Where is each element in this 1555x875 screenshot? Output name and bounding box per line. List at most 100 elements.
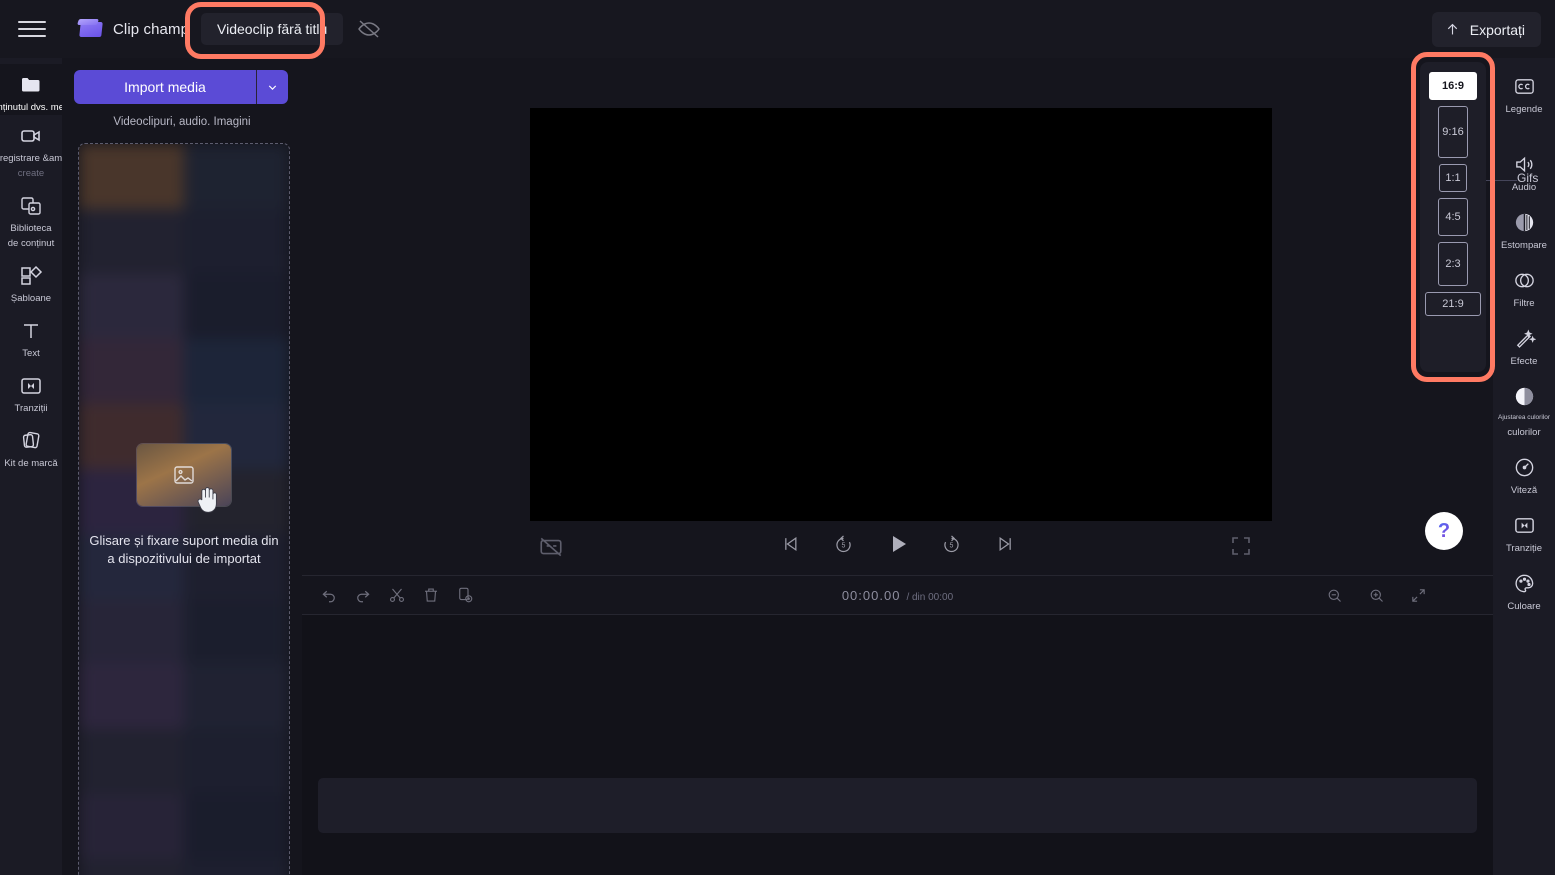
text-icon xyxy=(18,318,44,344)
filters-icon xyxy=(1511,267,1537,293)
timeline-time-display: 00:00.00 / din 00:00 xyxy=(302,588,1493,603)
current-time: 00:00.00 xyxy=(841,587,901,603)
play-button[interactable] xyxy=(884,530,912,558)
gifs-row[interactable]: Gifs xyxy=(1461,170,1555,190)
right-item-speed[interactable]: Viteză xyxy=(1493,445,1555,503)
undo-icon xyxy=(322,590,335,603)
zoom-in-button[interactable] xyxy=(1363,582,1389,608)
eye-off-icon[interactable] xyxy=(357,17,381,41)
color-adjust-icon xyxy=(1511,383,1537,409)
aspect-ratio-option-16-9[interactable]: 16:9 xyxy=(1429,72,1477,100)
sidebar-item-templates[interactable]: Șabloane xyxy=(0,255,62,310)
skip-to-start-button[interactable] xyxy=(776,530,804,558)
zoom-out-button[interactable] xyxy=(1321,582,1347,608)
right-item-captions[interactable]: Legende xyxy=(1493,64,1555,122)
trash-icon xyxy=(425,588,437,602)
aspect-ratio-option-21-9[interactable]: 21:9 xyxy=(1425,292,1481,316)
forward-5-seconds-button[interactable]: 5 xyxy=(938,530,966,558)
help-label: ? xyxy=(1437,519,1451,542)
aspect-ratio-option-1-1[interactable]: 1:1 xyxy=(1439,164,1467,192)
right-item-label2: culorilor xyxy=(1507,427,1541,438)
import-media-row: Import media xyxy=(74,70,288,104)
help-button[interactable]: ? xyxy=(1425,512,1463,550)
timeline-toolbar: 00:00.00 / din 00:00 xyxy=(302,576,1493,614)
preview-controls: 5 5 xyxy=(302,524,1493,574)
timeline-track[interactable] xyxy=(318,778,1477,833)
duplicate-icon xyxy=(459,587,473,603)
stage: 5 5 ? 00:00.00 / din 00:00 xyxy=(302,58,1493,875)
media-panel: Import media Videoclipuri, audio. Imagin… xyxy=(62,58,302,875)
sidebar-item-text[interactable]: Text xyxy=(0,310,62,365)
sidebar-item-label: Text xyxy=(22,348,40,359)
redo-icon xyxy=(357,590,370,603)
sidebar-item-content-library[interactable]: Biblioteca de conținut xyxy=(0,185,62,255)
clipchamp-editor: Clip champ Videoclip fără titlu Exportaț… xyxy=(0,0,1555,875)
delete-button[interactable] xyxy=(418,582,444,608)
video-preview-canvas[interactable] xyxy=(530,108,1272,521)
sidebar-item-label2: create xyxy=(17,168,45,179)
right-item-label: Efecte xyxy=(1510,356,1538,367)
dropzone-content: Glisare și fixare suport media din a dis… xyxy=(79,444,289,568)
hamburger-icon[interactable] xyxy=(18,15,46,43)
skip-to-end-button[interactable] xyxy=(992,530,1020,558)
fit-timeline-button[interactable] xyxy=(1405,582,1431,608)
import-media-button[interactable]: Import media xyxy=(74,70,256,104)
sidebar-item-label: Kit de marcă xyxy=(4,458,58,469)
upload-icon xyxy=(1447,23,1457,35)
sidebar-item-your-media[interactable]: Conținutul dvs. media xyxy=(0,64,77,115)
redo-button[interactable] xyxy=(350,582,376,608)
fullscreen-icon[interactable] xyxy=(1229,534,1253,558)
import-media-subtitle: Videoclipuri, audio. Imagini xyxy=(113,116,251,128)
skip-previous-icon xyxy=(784,536,796,552)
aspect-ratio-option-4-5[interactable]: 4:5 xyxy=(1438,198,1468,236)
dropzone-text: Glisare și fixare suport media din a dis… xyxy=(84,532,284,568)
right-item-transition[interactable]: Tranziție xyxy=(1493,503,1555,561)
top-bar: Clip champ Videoclip fără titlu Exportaț… xyxy=(0,0,1555,58)
palette-icon xyxy=(1511,570,1537,596)
dropzone-line-1: Glisare și fixare suport media din xyxy=(89,533,279,548)
video-camera-icon xyxy=(18,123,44,149)
project-title-field[interactable]: Videoclip fără titlu xyxy=(201,13,344,45)
left-sidebar: Conținutul dvs. media Înregistrare &amp;… xyxy=(0,58,77,875)
right-item-label: Filtre xyxy=(1513,298,1535,309)
split-button[interactable] xyxy=(384,582,410,608)
sidebar-item-record-create[interactable]: Înregistrare &amp; create xyxy=(0,115,70,185)
export-button[interactable]: Exportați xyxy=(1431,12,1541,47)
brand-kit-icon xyxy=(18,428,44,454)
undo-button[interactable] xyxy=(316,582,342,608)
right-item-label: Culoare xyxy=(1507,601,1541,612)
aspect-ratio-option-9-16[interactable]: 9:16 xyxy=(1438,106,1468,158)
zoom-out-icon xyxy=(1328,589,1341,602)
transitions-icon xyxy=(18,373,44,399)
fade-icon xyxy=(1511,209,1537,235)
clipchamp-logo-icon xyxy=(77,18,104,40)
duplicate-button[interactable] xyxy=(452,582,478,608)
content-library-icon xyxy=(18,193,44,219)
transition-icon xyxy=(1511,512,1537,538)
gifs-label: Gifs xyxy=(1517,171,1539,185)
import-media-dropdown[interactable] xyxy=(256,70,288,104)
right-item-fade[interactable]: Estompare xyxy=(1493,200,1555,258)
brand: Clip champ xyxy=(77,18,189,40)
right-item-color-adjust[interactable]: Ajustarea culorilor culorilor xyxy=(1493,374,1555,445)
right-item-color[interactable]: Culoare xyxy=(1493,561,1555,619)
export-label: Exportați xyxy=(1469,21,1525,38)
right-item-label: Legende xyxy=(1505,104,1543,115)
sidebar-item-label: Biblioteca xyxy=(10,223,52,234)
timeline-body[interactable] xyxy=(302,615,1493,875)
sidebar-item-brand-kit[interactable]: Kit de marcă xyxy=(0,420,62,475)
fit-to-screen-icon xyxy=(1411,588,1425,602)
speed-gauge-icon xyxy=(1511,454,1537,480)
right-item-label: Ajustarea culorilor xyxy=(1497,414,1551,421)
aspect-ratio-option-2-3[interactable]: 2:3 xyxy=(1438,242,1468,286)
dropzone-line-2: a dispozitivului de importat xyxy=(107,551,261,566)
rewind-5-seconds-button[interactable]: 5 xyxy=(830,530,858,558)
right-item-effects[interactable]: Efecte xyxy=(1493,316,1555,374)
rewind-5s-icon: 5 xyxy=(836,534,851,552)
sidebar-item-label: Tranziții xyxy=(14,403,48,414)
sidebar-item-transitions[interactable]: Tranziții xyxy=(0,365,62,420)
scissors-icon xyxy=(389,588,405,603)
play-icon xyxy=(892,536,906,552)
media-dropzone[interactable]: Glisare și fixare suport media din a dis… xyxy=(78,143,290,875)
right-item-filters[interactable]: Filtre xyxy=(1493,258,1555,316)
